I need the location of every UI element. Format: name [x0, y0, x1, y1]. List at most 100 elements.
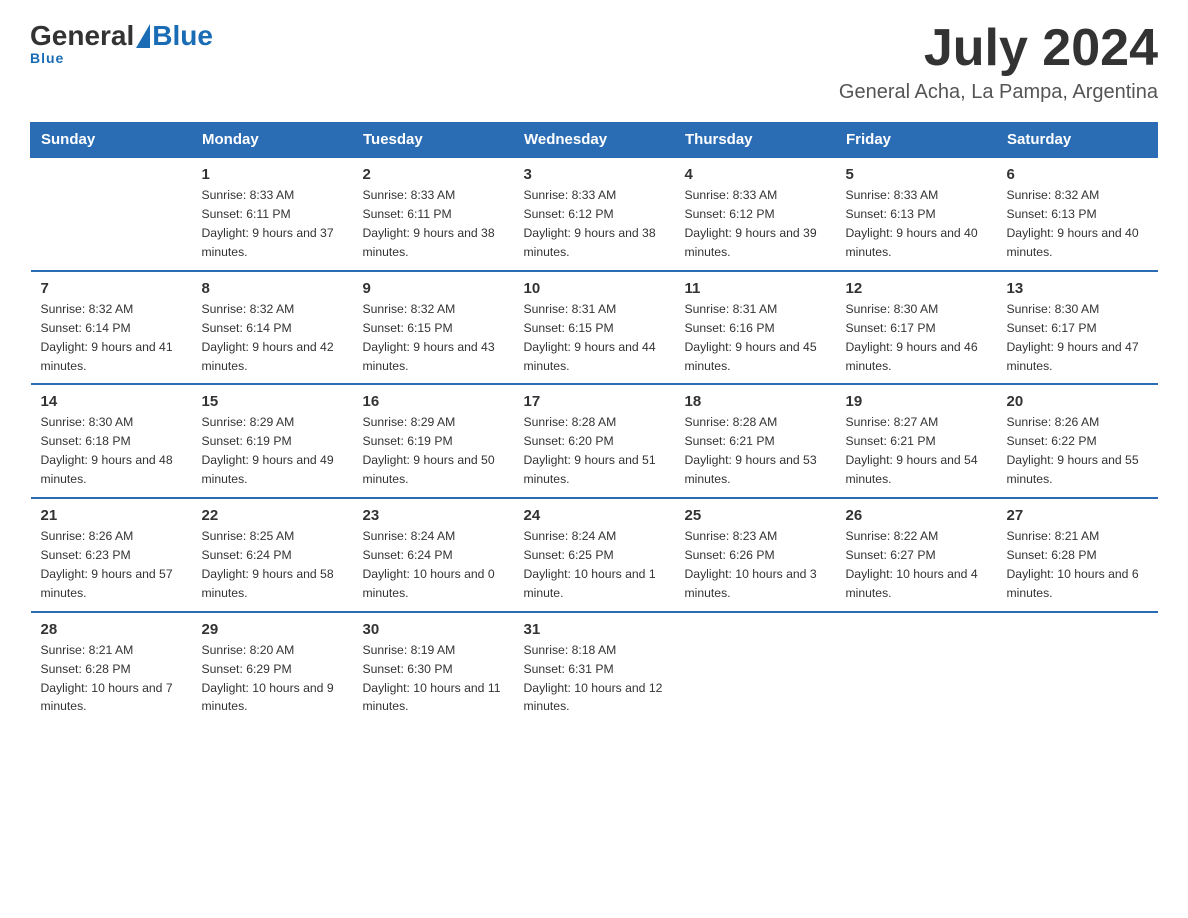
calendar-cell: 31 Sunrise: 8:18 AMSunset: 6:31 PMDayligh… — [514, 612, 675, 725]
calendar-cell: 12Sunrise: 8:30 AMSunset: 6:17 PMDayligh… — [836, 271, 997, 385]
day-info: Sunrise: 8:33 AMSunset: 6:11 PMDaylight:… — [202, 186, 343, 262]
calendar-cell: 5Sunrise: 8:33 AMSunset: 6:13 PMDaylight… — [836, 157, 997, 271]
day-number: 18 — [685, 393, 826, 410]
day-info: Sunrise: 8:26 AMSunset: 6:22 PMDaylight:… — [1007, 413, 1148, 489]
day-number: 9 — [363, 280, 504, 297]
day-info: Sunrise: 8:20 AMSunset: 6:29 PMDaylight:… — [202, 641, 343, 717]
day-number: 26 — [846, 507, 987, 524]
calendar-cell: 27Sunrise: 8:21 AMSunset: 6:28 PMDayligh… — [997, 498, 1158, 612]
day-number: 28 — [41, 621, 182, 638]
calendar-cell: 23Sunrise: 8:24 AMSunset: 6:24 PMDayligh… — [353, 498, 514, 612]
day-number: 14 — [41, 393, 182, 410]
logo-underline: Blue — [30, 50, 64, 66]
day-info: Sunrise: 8:31 AMSunset: 6:16 PMDaylight:… — [685, 300, 826, 376]
calendar-cell: 22Sunrise: 8:25 AMSunset: 6:24 PMDayligh… — [192, 498, 353, 612]
calendar-cell: 3 Sunrise: 8:33 AMSunset: 6:12 PMDaylight… — [514, 157, 675, 271]
day-number: 29 — [202, 621, 343, 638]
calendar-week-row: 7Sunrise: 8:32 AMSunset: 6:14 PMDaylight… — [31, 271, 1158, 385]
day-info: Sunrise: 8:24 AMSunset: 6:24 PMDaylight:… — [363, 527, 504, 603]
day-number: 2 — [363, 166, 504, 183]
calendar-cell: 26Sunrise: 8:22 AMSunset: 6:27 PMDayligh… — [836, 498, 997, 612]
calendar-cell: 13Sunrise: 8:30 AMSunset: 6:17 PMDayligh… — [997, 271, 1158, 385]
day-info: Sunrise: 8:30 AMSunset: 6:18 PMDaylight:… — [41, 413, 182, 489]
day-number: 19 — [846, 393, 987, 410]
logo-blue-text: Blue — [152, 20, 213, 52]
weekday-header-row: SundayMondayTuesdayWednesdayThursdayFrid… — [31, 123, 1158, 158]
day-number: 10 — [524, 280, 665, 297]
day-info: Sunrise: 8:33 AMSunset: 6:13 PMDaylight:… — [846, 186, 987, 262]
day-info: Sunrise: 8:19 AMSunset: 6:30 PMDaylight:… — [363, 641, 504, 717]
day-info: Sunrise: 8:30 AMSunset: 6:17 PMDaylight:… — [846, 300, 987, 376]
calendar-cell: 24 Sunrise: 8:24 AMSunset: 6:25 PMDayligh… — [514, 498, 675, 612]
calendar-cell: 1 Sunrise: 8:33 AMSunset: 6:11 PMDaylight… — [192, 157, 353, 271]
day-number: 20 — [1007, 393, 1148, 410]
weekday-header-friday: Friday — [836, 123, 997, 158]
calendar-cell: 9 Sunrise: 8:32 AMSunset: 6:15 PMDaylight… — [353, 271, 514, 385]
calendar-cell: 16Sunrise: 8:29 AMSunset: 6:19 PMDayligh… — [353, 384, 514, 498]
calendar-cell: 15 Sunrise: 8:29 AMSunset: 6:19 PMDayligh… — [192, 384, 353, 498]
weekday-header-saturday: Saturday — [997, 123, 1158, 158]
weekday-header-monday: Monday — [192, 123, 353, 158]
calendar-week-row: 14 Sunrise: 8:30 AMSunset: 6:18 PMDayligh… — [31, 384, 1158, 498]
calendar-cell: 21Sunrise: 8:26 AMSunset: 6:23 PMDayligh… — [31, 498, 192, 612]
day-number: 4 — [685, 166, 826, 183]
day-info: Sunrise: 8:33 AMSunset: 6:11 PMDaylight:… — [363, 186, 504, 262]
day-number: 25 — [685, 507, 826, 524]
day-info: Sunrise: 8:23 AMSunset: 6:26 PMDaylight:… — [685, 527, 826, 603]
day-number: 6 — [1007, 166, 1148, 183]
calendar-cell: 6Sunrise: 8:32 AMSunset: 6:13 PMDaylight… — [997, 157, 1158, 271]
day-info: Sunrise: 8:25 AMSunset: 6:24 PMDaylight:… — [202, 527, 343, 603]
calendar-cell: 2 Sunrise: 8:33 AMSunset: 6:11 PMDaylight… — [353, 157, 514, 271]
day-info: Sunrise: 8:26 AMSunset: 6:23 PMDaylight:… — [41, 527, 182, 603]
calendar-cell: 30 Sunrise: 8:19 AMSunset: 6:30 PMDayligh… — [353, 612, 514, 725]
calendar-week-row: 1 Sunrise: 8:33 AMSunset: 6:11 PMDaylight… — [31, 157, 1158, 271]
calendar-week-row: 21Sunrise: 8:26 AMSunset: 6:23 PMDayligh… — [31, 498, 1158, 612]
day-number: 3 — [524, 166, 665, 183]
day-info: Sunrise: 8:28 AMSunset: 6:20 PMDaylight:… — [524, 413, 665, 489]
day-number: 16 — [363, 393, 504, 410]
weekday-header-tuesday: Tuesday — [353, 123, 514, 158]
day-info: Sunrise: 8:24 AMSunset: 6:25 PMDaylight:… — [524, 527, 665, 603]
day-number: 24 — [524, 507, 665, 524]
day-number: 30 — [363, 621, 504, 638]
day-info: Sunrise: 8:30 AMSunset: 6:17 PMDaylight:… — [1007, 300, 1148, 376]
calendar-body: 1 Sunrise: 8:33 AMSunset: 6:11 PMDaylight… — [31, 157, 1158, 724]
day-info: Sunrise: 8:28 AMSunset: 6:21 PMDaylight:… — [685, 413, 826, 489]
logo-general-text: General — [30, 20, 134, 52]
day-number: 11 — [685, 280, 826, 297]
day-info: Sunrise: 8:18 AMSunset: 6:31 PMDaylight:… — [524, 641, 665, 717]
day-number: 8 — [202, 280, 343, 297]
day-info: Sunrise: 8:33 AMSunset: 6:12 PMDaylight:… — [524, 186, 665, 262]
day-number: 17 — [524, 393, 665, 410]
calendar-cell: 18 Sunrise: 8:28 AMSunset: 6:21 PMDayligh… — [675, 384, 836, 498]
day-number: 7 — [41, 280, 182, 297]
calendar-cell: 25 Sunrise: 8:23 AMSunset: 6:26 PMDayligh… — [675, 498, 836, 612]
day-number: 1 — [202, 166, 343, 183]
day-number: 31 — [524, 621, 665, 638]
logo-triangle-icon — [136, 24, 150, 48]
weekday-header-wednesday: Wednesday — [514, 123, 675, 158]
day-info: Sunrise: 8:27 AMSunset: 6:21 PMDaylight:… — [846, 413, 987, 489]
month-year-title: July 2024 — [839, 20, 1158, 77]
calendar-cell — [997, 612, 1158, 725]
calendar-week-row: 28 Sunrise: 8:21 AMSunset: 6:28 PMDayligh… — [31, 612, 1158, 725]
day-number: 27 — [1007, 507, 1148, 524]
calendar-cell: 4 Sunrise: 8:33 AMSunset: 6:12 PMDaylight… — [675, 157, 836, 271]
calendar-cell: 29 Sunrise: 8:20 AMSunset: 6:29 PMDayligh… — [192, 612, 353, 725]
day-info: Sunrise: 8:29 AMSunset: 6:19 PMDaylight:… — [202, 413, 343, 489]
day-info: Sunrise: 8:31 AMSunset: 6:15 PMDaylight:… — [524, 300, 665, 376]
day-info: Sunrise: 8:32 AMSunset: 6:15 PMDaylight:… — [363, 300, 504, 376]
calendar-cell: 28 Sunrise: 8:21 AMSunset: 6:28 PMDayligh… — [31, 612, 192, 725]
calendar-cell: 14 Sunrise: 8:30 AMSunset: 6:18 PMDayligh… — [31, 384, 192, 498]
calendar-cell: 7Sunrise: 8:32 AMSunset: 6:14 PMDaylight… — [31, 271, 192, 385]
calendar-cell: 8Sunrise: 8:32 AMSunset: 6:14 PMDaylight… — [192, 271, 353, 385]
weekday-header-thursday: Thursday — [675, 123, 836, 158]
day-number: 15 — [202, 393, 343, 410]
calendar-cell — [836, 612, 997, 725]
day-info: Sunrise: 8:33 AMSunset: 6:12 PMDaylight:… — [685, 186, 826, 262]
weekday-header-sunday: Sunday — [31, 123, 192, 158]
day-info: Sunrise: 8:21 AMSunset: 6:28 PMDaylight:… — [41, 641, 182, 717]
calendar-cell — [675, 612, 836, 725]
logo: General Blue Blue — [30, 20, 213, 66]
location-subtitle: General Acha, La Pampa, Argentina — [839, 81, 1158, 104]
